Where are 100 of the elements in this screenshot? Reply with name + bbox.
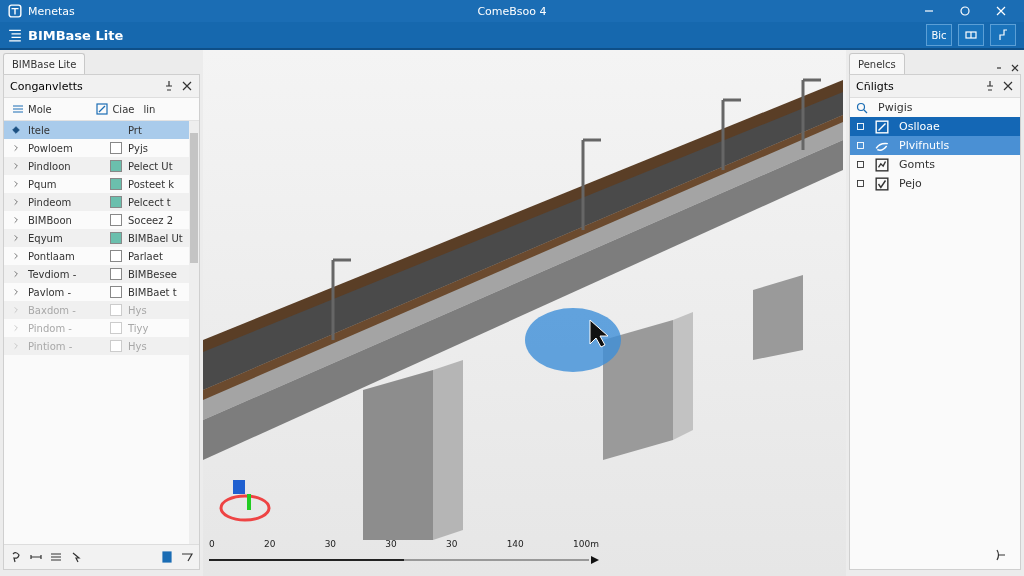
- scale-label: 100m: [573, 539, 599, 549]
- cursor-icon: [588, 318, 610, 348]
- component-row[interactable]: Eqyum BIMBael Ut: [4, 229, 189, 247]
- table-cell-text: BIMBesee: [128, 268, 178, 280]
- table-cell-text: Eqyum: [28, 232, 64, 244]
- table-cell-text: Posteet k: [128, 178, 176, 190]
- chevron-right-icon: [12, 342, 20, 350]
- chart-icon: [875, 157, 889, 172]
- view-button[interactable]: Mole: [10, 103, 54, 115]
- object-item[interactable]: Gomts: [850, 155, 1020, 174]
- chevron-right-icon: [12, 324, 20, 332]
- table-cell-text: Baxdom -: [28, 304, 77, 316]
- scale-label: 140: [506, 539, 524, 549]
- small-icon: [856, 160, 865, 169]
- chevron-right-icon: [12, 288, 20, 296]
- pin-icon[interactable]: [163, 80, 175, 92]
- table-cell-text: Pindom -: [28, 322, 73, 334]
- checkbox[interactable]: [110, 142, 122, 154]
- table-cell-text: Powloem: [28, 142, 74, 154]
- window-title: ComeBsoo 4: [477, 4, 547, 18]
- small-icon: [856, 122, 865, 131]
- table-cell-text: Pontlaam: [28, 250, 76, 262]
- scale-label: 20: [263, 539, 276, 549]
- edit-button[interactable]: Ciae: [94, 103, 137, 115]
- search-field[interactable]: Pwigis: [878, 101, 913, 114]
- pin-icon[interactable]: [984, 80, 996, 92]
- checkbox[interactable]: [110, 178, 122, 190]
- table-cell-text: Soceez 2: [128, 214, 175, 226]
- component-row[interactable]: Pindloon Pelect Ut: [4, 157, 189, 175]
- panel-title: Cñligts: [856, 79, 894, 93]
- close-icon[interactable]: [1002, 80, 1014, 92]
- table-cell-text: Hys: [128, 340, 148, 352]
- table-cell-text: Pelcect t: [128, 196, 172, 208]
- checkbox[interactable]: [110, 286, 122, 298]
- 3d-viewport[interactable]: 0 20 30 30 30 140 100m: [203, 50, 846, 576]
- axis-icon: [994, 549, 1006, 561]
- chevron-right-icon: [12, 216, 20, 224]
- small-icon: [856, 179, 865, 188]
- object-item[interactable]: Pejo: [850, 174, 1020, 193]
- pencil-square-icon: [96, 103, 109, 115]
- chevron-right-icon: [12, 306, 20, 314]
- chevron-right-icon: [12, 144, 20, 152]
- object-item[interactable]: Oslloae: [850, 117, 1020, 136]
- chevron-right-icon: [12, 270, 20, 278]
- column-header: Prt: [128, 124, 143, 136]
- checkbox[interactable]: [110, 196, 122, 208]
- checkbox[interactable]: [110, 214, 122, 226]
- toolbar-button[interactable]: Bic: [926, 24, 952, 46]
- table-cell-text: Parlaet: [128, 250, 164, 262]
- close-icon: [995, 5, 1007, 17]
- table-header-row[interactable]: Itele Prt: [4, 121, 189, 139]
- filter-button[interactable]: lin: [141, 103, 158, 115]
- scrollbar[interactable]: [189, 121, 199, 544]
- step-icon: [997, 29, 1009, 41]
- chevron-right-icon: [12, 162, 20, 170]
- component-row[interactable]: Pindeom Pelcect t: [4, 193, 189, 211]
- panel-tab[interactable]: BIMBase Lite: [3, 53, 86, 74]
- check-square-icon: [875, 176, 889, 191]
- list-icon: [8, 28, 22, 42]
- chevron-right-icon: [12, 198, 20, 206]
- toolbar-button[interactable]: [958, 24, 984, 46]
- grid-icon: [965, 29, 977, 41]
- close-icon[interactable]: [181, 80, 193, 92]
- scale-label: 30: [445, 539, 458, 549]
- search-icon: [856, 101, 868, 114]
- toolbar-button[interactable]: [990, 24, 1016, 46]
- close-icon[interactable]: [1009, 62, 1021, 74]
- column-header: Itele: [28, 124, 51, 136]
- table-cell-text: Pavlom -: [28, 286, 73, 298]
- chevron-right-icon: [12, 180, 20, 188]
- menu-icon[interactable]: [50, 551, 62, 563]
- table-cell-text: Hys: [128, 304, 148, 316]
- table-cell-text: Tevdiom -: [28, 268, 78, 280]
- small-icon: [856, 141, 865, 150]
- scale-label: 30: [324, 539, 337, 549]
- scale-label: 30: [385, 539, 397, 549]
- table-cell-text: Pintiom -: [28, 340, 74, 352]
- list-icon: [12, 103, 24, 115]
- lasso-icon[interactable]: [10, 551, 22, 563]
- app-name: BIMBase Lite: [28, 27, 124, 43]
- checkbox[interactable]: [110, 160, 122, 172]
- table-cell-text: Pqum: [28, 178, 58, 190]
- circle-icon: [959, 5, 971, 17]
- checkbox[interactable]: [110, 268, 122, 280]
- table-cell-text: BIMBaet t: [128, 286, 178, 298]
- panel-title: Conganvletts: [10, 79, 83, 93]
- chevron-right-icon: [12, 252, 20, 260]
- app-title: Menetas: [28, 4, 75, 18]
- diamond-icon: [12, 126, 20, 134]
- panel-tab[interactable]: Penelcs: [849, 53, 905, 74]
- pencil-square-icon: [875, 119, 889, 134]
- checkbox[interactable]: [110, 232, 122, 244]
- checkbox[interactable]: [110, 250, 122, 262]
- table-cell-text: Pelect Ut: [128, 160, 174, 172]
- document-icon[interactable]: [161, 551, 173, 563]
- table-cell-text: BIMBoon: [28, 214, 73, 226]
- table-cell-text: Pindloon: [28, 160, 72, 172]
- table-cell-text: Tiyy: [128, 322, 150, 334]
- component-row[interactable]: Tevdiom - BIMBesee: [4, 265, 189, 283]
- table-cell-text: Pyjs: [128, 142, 149, 154]
